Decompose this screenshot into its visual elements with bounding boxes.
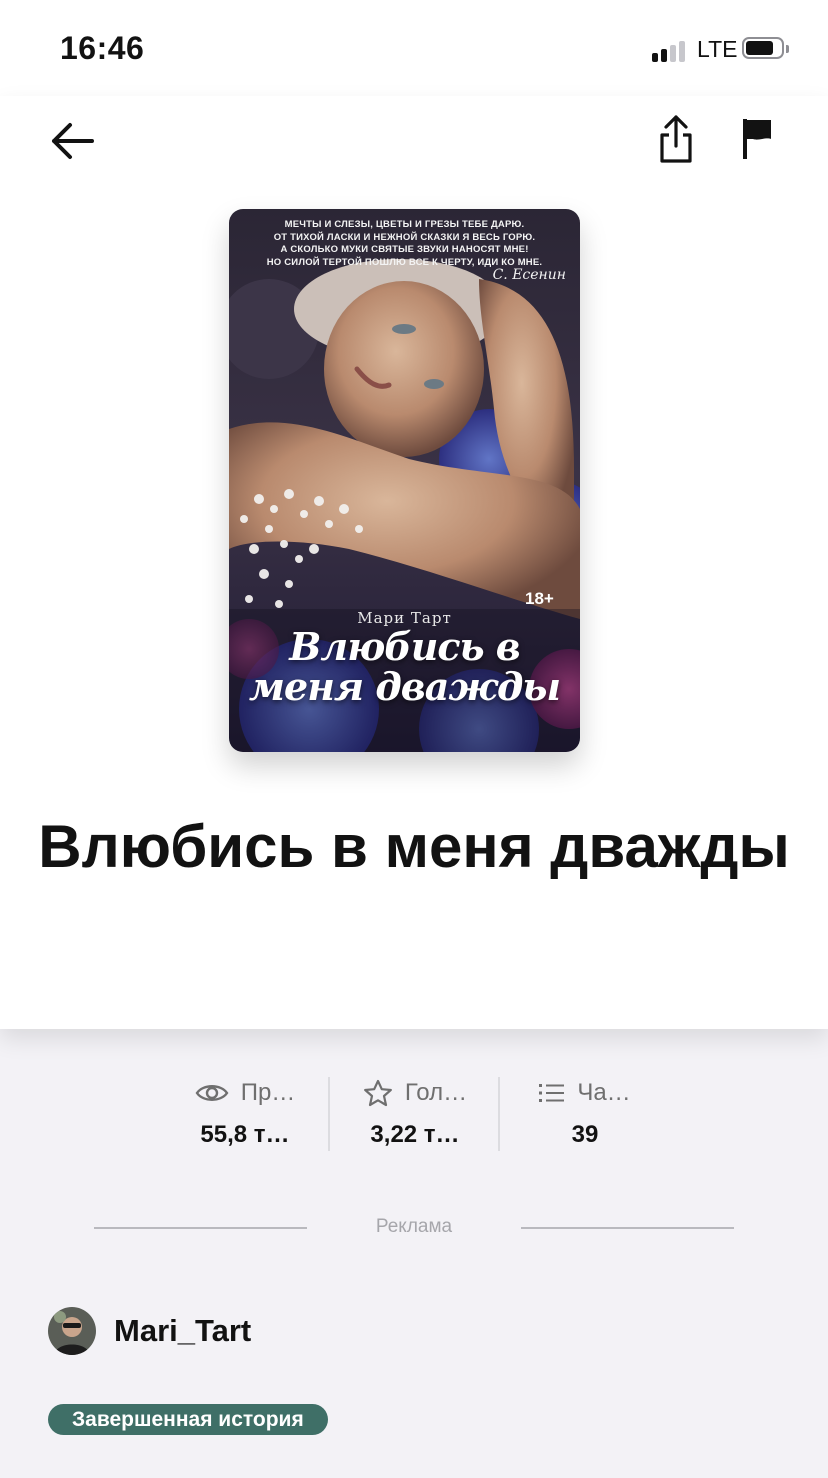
arrow-left-icon (52, 123, 94, 159)
battery-icon (742, 37, 789, 61)
signal-strength-icon (652, 38, 692, 62)
list-icon (539, 1084, 565, 1102)
share-icon (660, 115, 692, 163)
author-name: Mari_Tart (114, 1313, 252, 1348)
stat-value: 39 (571, 1121, 599, 1148)
eye-icon (195, 1085, 229, 1101)
report-button[interactable] (734, 114, 780, 164)
stat-value: 55,8 т… (200, 1121, 290, 1148)
signal-bar (652, 53, 658, 62)
author-link[interactable]: Mari_Tart (48, 1306, 251, 1356)
ad-divider-right (521, 1227, 734, 1229)
stat-value: 3,22 т… (370, 1121, 460, 1148)
stat-parts[interactable]: Ча… 39 (500, 1075, 670, 1155)
book-cover[interactable]: Мечты и слезы, цветы и грезы тебе дарю. … (229, 209, 580, 752)
back-button[interactable] (44, 116, 100, 166)
book-title: Влюбись в меня дважды (38, 813, 790, 880)
cover-quote-author: С. Есенин (492, 267, 566, 283)
cover-quote: Мечты и слезы, цветы и грезы тебе дарю. … (266, 219, 543, 268)
avatar (48, 1307, 96, 1355)
signal-bar (670, 45, 676, 62)
book-header: Мечты и слезы, цветы и грезы тебе дарю. … (0, 96, 828, 1029)
stat-reads[interactable]: Пр… 55,8 т… (160, 1075, 330, 1155)
star-icon (363, 1079, 392, 1107)
network-type: LTE (697, 36, 738, 62)
cover-age-rating: 18+ (525, 589, 554, 608)
completion-status-badge: Завершенная история (48, 1404, 328, 1435)
stat-label: Пр… (240, 1079, 296, 1106)
stat-votes[interactable]: Гол… 3,22 т… (330, 1075, 500, 1155)
status-time: 16:46 (60, 30, 145, 66)
status-bar: 16:46 LTE (0, 0, 828, 96)
flag-icon (743, 119, 771, 159)
stat-label: Ча… (577, 1079, 631, 1106)
signal-bar (679, 41, 685, 62)
share-button[interactable] (652, 110, 700, 168)
stat-label: Гол… (404, 1079, 468, 1106)
signal-bar (661, 49, 667, 62)
cover-title: Влюбись в меня дважды (248, 624, 561, 709)
book-stats: Пр… 55,8 т… Гол… 3,22 т… Ча… 39 (0, 1075, 828, 1155)
